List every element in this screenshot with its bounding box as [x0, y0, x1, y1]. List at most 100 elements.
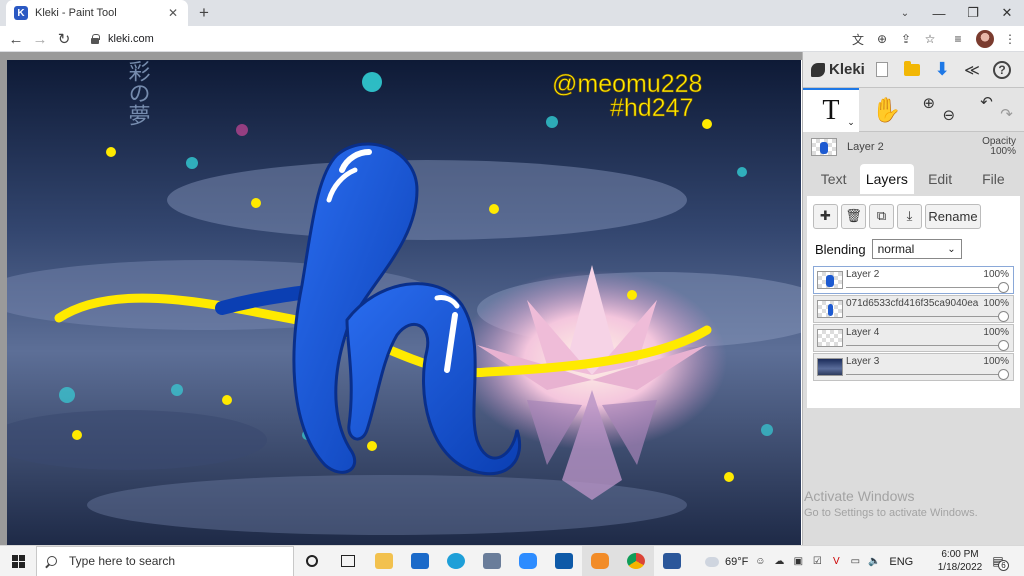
close-tab-icon[interactable]: ✕	[166, 6, 180, 20]
kleki-mark-icon	[811, 62, 825, 77]
address-bar[interactable]: kleki.com	[82, 29, 842, 49]
undo-icon[interactable]: ↶	[980, 93, 993, 111]
translate-icon[interactable]: 文	[848, 29, 868, 49]
share-button[interactable]: ≪	[957, 55, 987, 85]
taskbar-clock[interactable]: 6:00 PM 1/18/2022	[936, 548, 984, 574]
reading-list-icon[interactable]: ≡	[948, 29, 968, 49]
network-icon[interactable]: ▭	[848, 555, 862, 569]
layer-opacity-slider[interactable]	[846, 316, 1001, 317]
checkbox-tray-icon[interactable]: ☑	[810, 555, 824, 569]
zoom-app-icon	[519, 553, 537, 569]
watermark-hashtag: #hd247	[610, 94, 693, 122]
layer-item[interactable]: Layer 4 100%	[813, 324, 1014, 352]
taskbar-chrome[interactable]	[618, 545, 654, 576]
hand-tool-button[interactable]: ✋	[859, 88, 915, 132]
volume-icon[interactable]: 🔈	[867, 555, 881, 569]
tab-search-icon[interactable]: ⌄	[895, 0, 915, 26]
merge-down-button[interactable]: ⤓	[897, 203, 922, 229]
taskbar-zalo[interactable]	[582, 545, 618, 576]
people-icon[interactable]: ☺	[753, 555, 767, 569]
tab-text[interactable]: Text	[807, 164, 860, 194]
layer-opacity-slider[interactable]	[846, 345, 1001, 346]
close-window-icon[interactable]: ✕	[990, 0, 1024, 26]
profile-avatar[interactable]	[976, 30, 994, 48]
vertical-japanese-text: 彩の夢	[125, 60, 151, 126]
tab-edit[interactable]: Edit	[914, 164, 967, 194]
redo-icon[interactable]: ↷	[1000, 105, 1013, 123]
zoom-icon[interactable]: ⊕	[872, 29, 892, 49]
notification-badge: 6	[998, 560, 1009, 571]
slider-handle[interactable]	[998, 340, 1009, 351]
reload-icon[interactable]: ↻	[52, 26, 76, 52]
taskbar-app-4[interactable]	[474, 546, 510, 576]
windows-taskbar: Type here to search 69°F ☺ ☁ ▣ ☑ V ▭ 🔈 E…	[0, 545, 1024, 576]
tool-row: T ⌄ ✋ ⊕ ⊖ ↶ ↷	[803, 88, 1024, 132]
word-icon	[663, 553, 681, 569]
forward-icon[interactable]: →	[28, 26, 52, 52]
duplicate-layer-button[interactable]: ⧉	[869, 203, 894, 229]
back-icon[interactable]: ←	[4, 26, 28, 52]
taskbar-mail[interactable]	[402, 546, 438, 576]
taskbar-search[interactable]: Type here to search	[36, 545, 294, 576]
taskbar-zoom[interactable]	[510, 546, 546, 576]
clock-time: 6:00 PM	[941, 549, 979, 560]
help-button[interactable]: ?	[987, 55, 1017, 85]
new-document-icon	[876, 62, 888, 77]
slider-handle[interactable]	[998, 311, 1009, 322]
panel-header: Kleki ⬇ ≪ ?	[803, 52, 1024, 88]
tab-file[interactable]: File	[967, 164, 1020, 194]
layer-opacity: 100%	[983, 269, 1009, 280]
zoom-out-icon[interactable]: ⊖	[943, 106, 956, 124]
drawing-canvas[interactable]: @meomu228 #hd247 彩の夢	[7, 60, 801, 545]
hand-icon: ✋	[871, 96, 902, 124]
chevron-down-icon[interactable]: ⌄	[847, 117, 855, 128]
layer-item[interactable]: 071d6533cfd416f35ca9040ea 100%	[813, 295, 1014, 323]
layer-item[interactable]: Layer 2 100%	[813, 266, 1014, 294]
lock-icon[interactable]	[90, 34, 100, 44]
open-image-button[interactable]	[897, 55, 927, 85]
app-tray-icon[interactable]: ▣	[791, 555, 805, 569]
slider-handle[interactable]	[998, 282, 1009, 293]
notification-button[interactable]: ▤ 6	[990, 552, 1009, 571]
antivirus-icon[interactable]: V	[829, 555, 843, 569]
add-layer-button[interactable]: ✚	[813, 203, 838, 229]
text-tool-button[interactable]: T ⌄	[803, 88, 859, 132]
restore-icon[interactable]: ❐	[956, 0, 990, 26]
browser-tab[interactable]: K Kleki - Paint Tool ✕	[6, 0, 188, 26]
weather-temp[interactable]: 69°F	[725, 556, 748, 568]
zoom-in-icon[interactable]: ⊕	[923, 94, 936, 112]
layer-item[interactable]: Layer 3 100%	[813, 353, 1014, 381]
start-button[interactable]	[0, 546, 36, 576]
menu-dots-icon[interactable]: ⋮	[1000, 29, 1020, 49]
taskbar-file-explorer[interactable]	[366, 546, 402, 576]
kleki-logo[interactable]: Kleki	[811, 61, 867, 78]
layer-opacity: 100%	[983, 298, 1009, 309]
slider-handle[interactable]	[998, 369, 1009, 380]
rename-layer-button[interactable]: Rename	[925, 203, 981, 229]
delete-layer-button[interactable]: 🗑	[841, 203, 866, 229]
share-icon[interactable]: ⇪	[896, 29, 916, 49]
computer-icon	[483, 553, 501, 569]
layer-opacity: 100%	[983, 356, 1009, 367]
minimize-icon[interactable]: —	[922, 0, 956, 26]
taskbar-word[interactable]	[654, 546, 690, 576]
download-icon: ⬇	[934, 59, 950, 79]
input-language[interactable]: ENG	[889, 556, 913, 568]
help-icon: ?	[993, 60, 1011, 79]
layer-name: 071d6533cfd416f35ca9040ea	[846, 298, 979, 309]
blending-select[interactable]: normal ⌄	[871, 239, 962, 259]
new-tab-button[interactable]: +	[195, 3, 213, 23]
opacity-value: 100%	[990, 146, 1016, 157]
new-image-button[interactable]	[867, 55, 897, 85]
bookmark-star-icon[interactable]: ☆	[920, 29, 940, 49]
cloud-icon[interactable]: ☁	[772, 555, 786, 569]
layer-opacity-slider[interactable]	[846, 287, 1001, 288]
taskbar-edge[interactable]	[438, 546, 474, 576]
tab-layers[interactable]: Layers	[860, 164, 914, 194]
layer-opacity-slider[interactable]	[846, 374, 1001, 375]
taskbar-store[interactable]	[546, 546, 582, 576]
cortana-button[interactable]	[294, 546, 330, 576]
zoom-buttons: ⊕ ⊖	[915, 88, 971, 132]
task-view-button[interactable]	[330, 546, 366, 576]
save-button[interactable]: ⬇	[927, 55, 957, 85]
